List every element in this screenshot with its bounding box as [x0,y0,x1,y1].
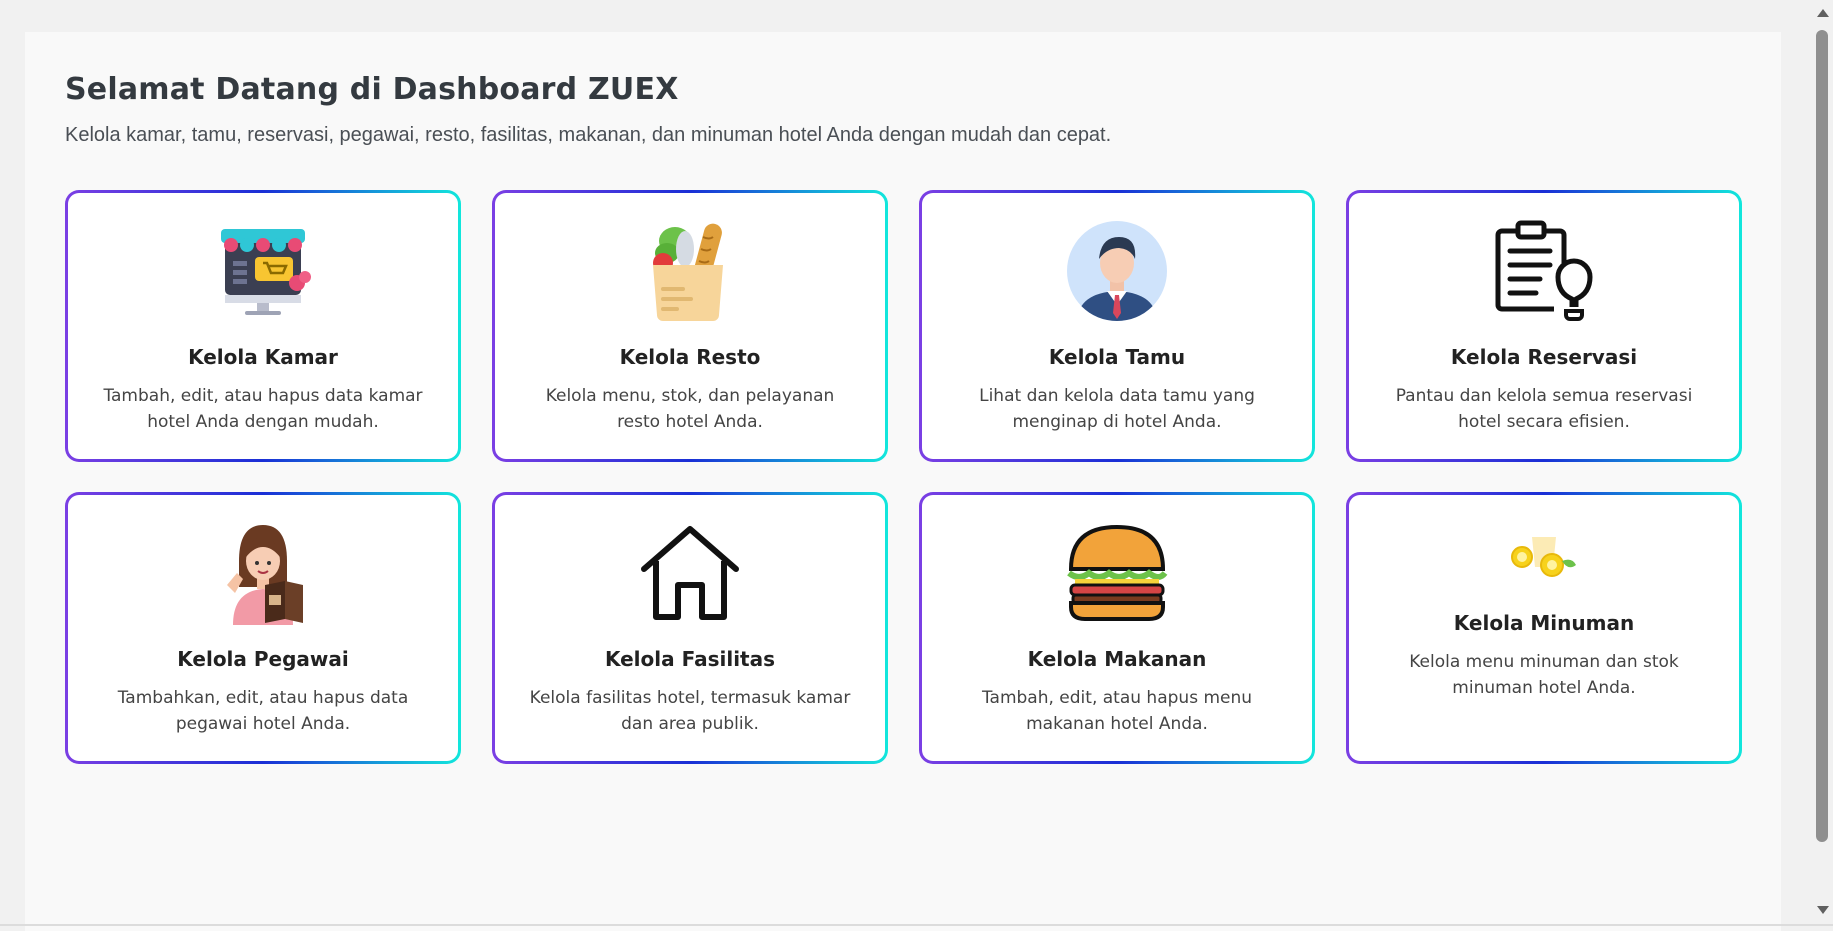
card-title: Kelola Reservasi [1450,345,1638,369]
card-title: Kelola Fasilitas [604,647,776,671]
vertical-scrollbar[interactable] [1812,0,1833,924]
dashboard-page: Selamat Datang di Dashboard ZUEX Kelola … [25,32,1781,931]
card-kelola-kamar[interactable]: Kelola Kamar Tambah, edit, atau hapus da… [65,190,461,462]
scroll-up-arrow-icon[interactable] [1817,9,1829,17]
card-kelola-pegawai[interactable]: Kelola Pegawai Tambahkan, edit, atau hap… [65,492,461,764]
grocery-bag-icon [653,223,723,321]
card-kelola-fasilitas[interactable]: Kelola Fasilitas Kelola fasilitas hotel,… [492,492,888,764]
card-description: Kelola fasilitas hotel, termasuk kamar d… [529,688,851,734]
card-description: Tambahkan, edit, atau hapus data pegawai… [117,688,409,734]
card-title: Kelola Resto [619,345,761,369]
online-store-icon [221,229,311,315]
page-subtitle: Kelola kamar, tamu, reservasi, pegawai, … [65,124,1112,146]
scrollbar-thumb[interactable] [1816,30,1828,842]
card-title: Kelola Minuman [1453,611,1635,635]
clipboard-idea-icon [1495,220,1593,321]
card-grid: Kelola Kamar Tambah, edit, atau hapus da… [65,190,1743,770]
card-description: Lihat dan kelola data tamu yang menginap… [979,386,1255,432]
card-title: Kelola Tamu [1048,345,1186,369]
scroll-down-arrow-icon[interactable] [1817,906,1829,914]
card-kelola-reservasi[interactable]: Kelola Reservasi Pantau dan kelola semua… [1346,190,1742,462]
card-title: Kelola Pegawai [177,647,349,671]
burger-icon [1067,524,1168,621]
card-description: Tambah, edit, atau hapus menu makanan ho… [981,688,1253,734]
page-title: Selamat Datang di Dashboard ZUEX [65,72,679,107]
card-description: Tambah, edit, atau hapus data kamar hote… [103,386,423,432]
waitress-menu-icon [227,525,303,625]
card-description: Kelola menu, stok, dan pelayanan resto h… [545,386,835,432]
card-title: Kelola Makanan [1027,647,1207,671]
card-description: Kelola menu minuman dan stok minuman hot… [1409,652,1679,698]
card-title: Kelola Kamar [188,345,338,369]
businessman-avatar-icon [1067,221,1167,321]
card-kelola-tamu[interactable]: Kelola Tamu Lihat dan kelola data tamu y… [919,190,1315,462]
card-kelola-makanan[interactable]: Kelola Makanan Tambah, edit, atau hapus … [919,492,1315,764]
card-kelola-minuman[interactable]: Kelola Minuman Kelola menu minuman dan s… [1346,492,1742,764]
lemon-drink-icon [1511,537,1576,577]
window-bottom-edge [0,924,1833,926]
card-description: Pantau dan kelola semua reservasi hotel … [1395,386,1693,432]
card-kelola-resto[interactable]: Kelola Resto Kelola menu, stok, dan pela… [492,190,888,462]
house-icon [641,526,739,620]
